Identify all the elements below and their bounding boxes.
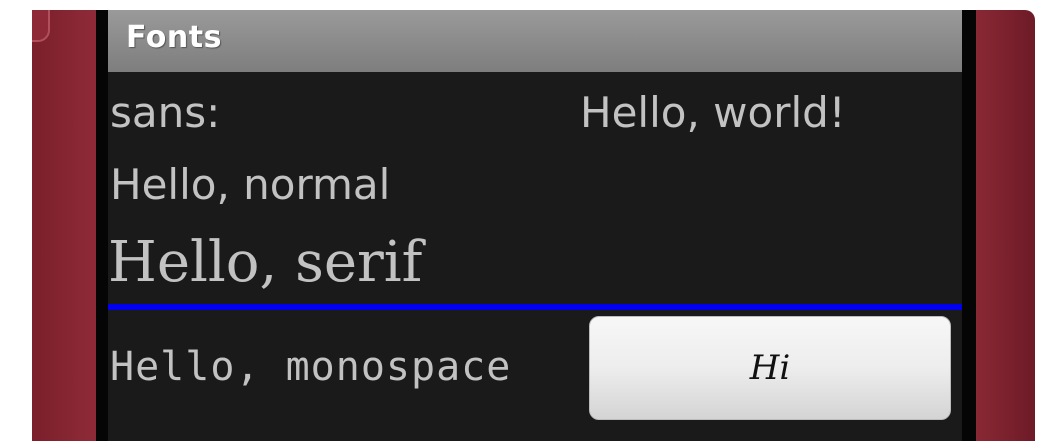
screen-bezel-right (962, 10, 976, 441)
serif-text: Hello, serif (108, 230, 423, 295)
title-bar: Fonts (108, 10, 962, 72)
phone-edge-highlight (32, 10, 50, 42)
emulator-stage: Fonts sans: Hello, world! Hello, normal … (0, 0, 1037, 441)
normal-text: Hello, normal (110, 160, 391, 209)
divider (108, 304, 962, 310)
hi-button[interactable]: Hi (589, 316, 951, 420)
app-title: Fonts (126, 20, 222, 55)
hi-button-label: Hi (749, 348, 791, 388)
sans-label: sans: (110, 88, 221, 137)
monospace-text: Hello, monospace (110, 344, 512, 390)
device-screen: Fonts sans: Hello, world! Hello, normal … (108, 10, 962, 441)
sans-text: Hello, world! (580, 88, 846, 137)
screen-bezel-left (96, 10, 108, 441)
